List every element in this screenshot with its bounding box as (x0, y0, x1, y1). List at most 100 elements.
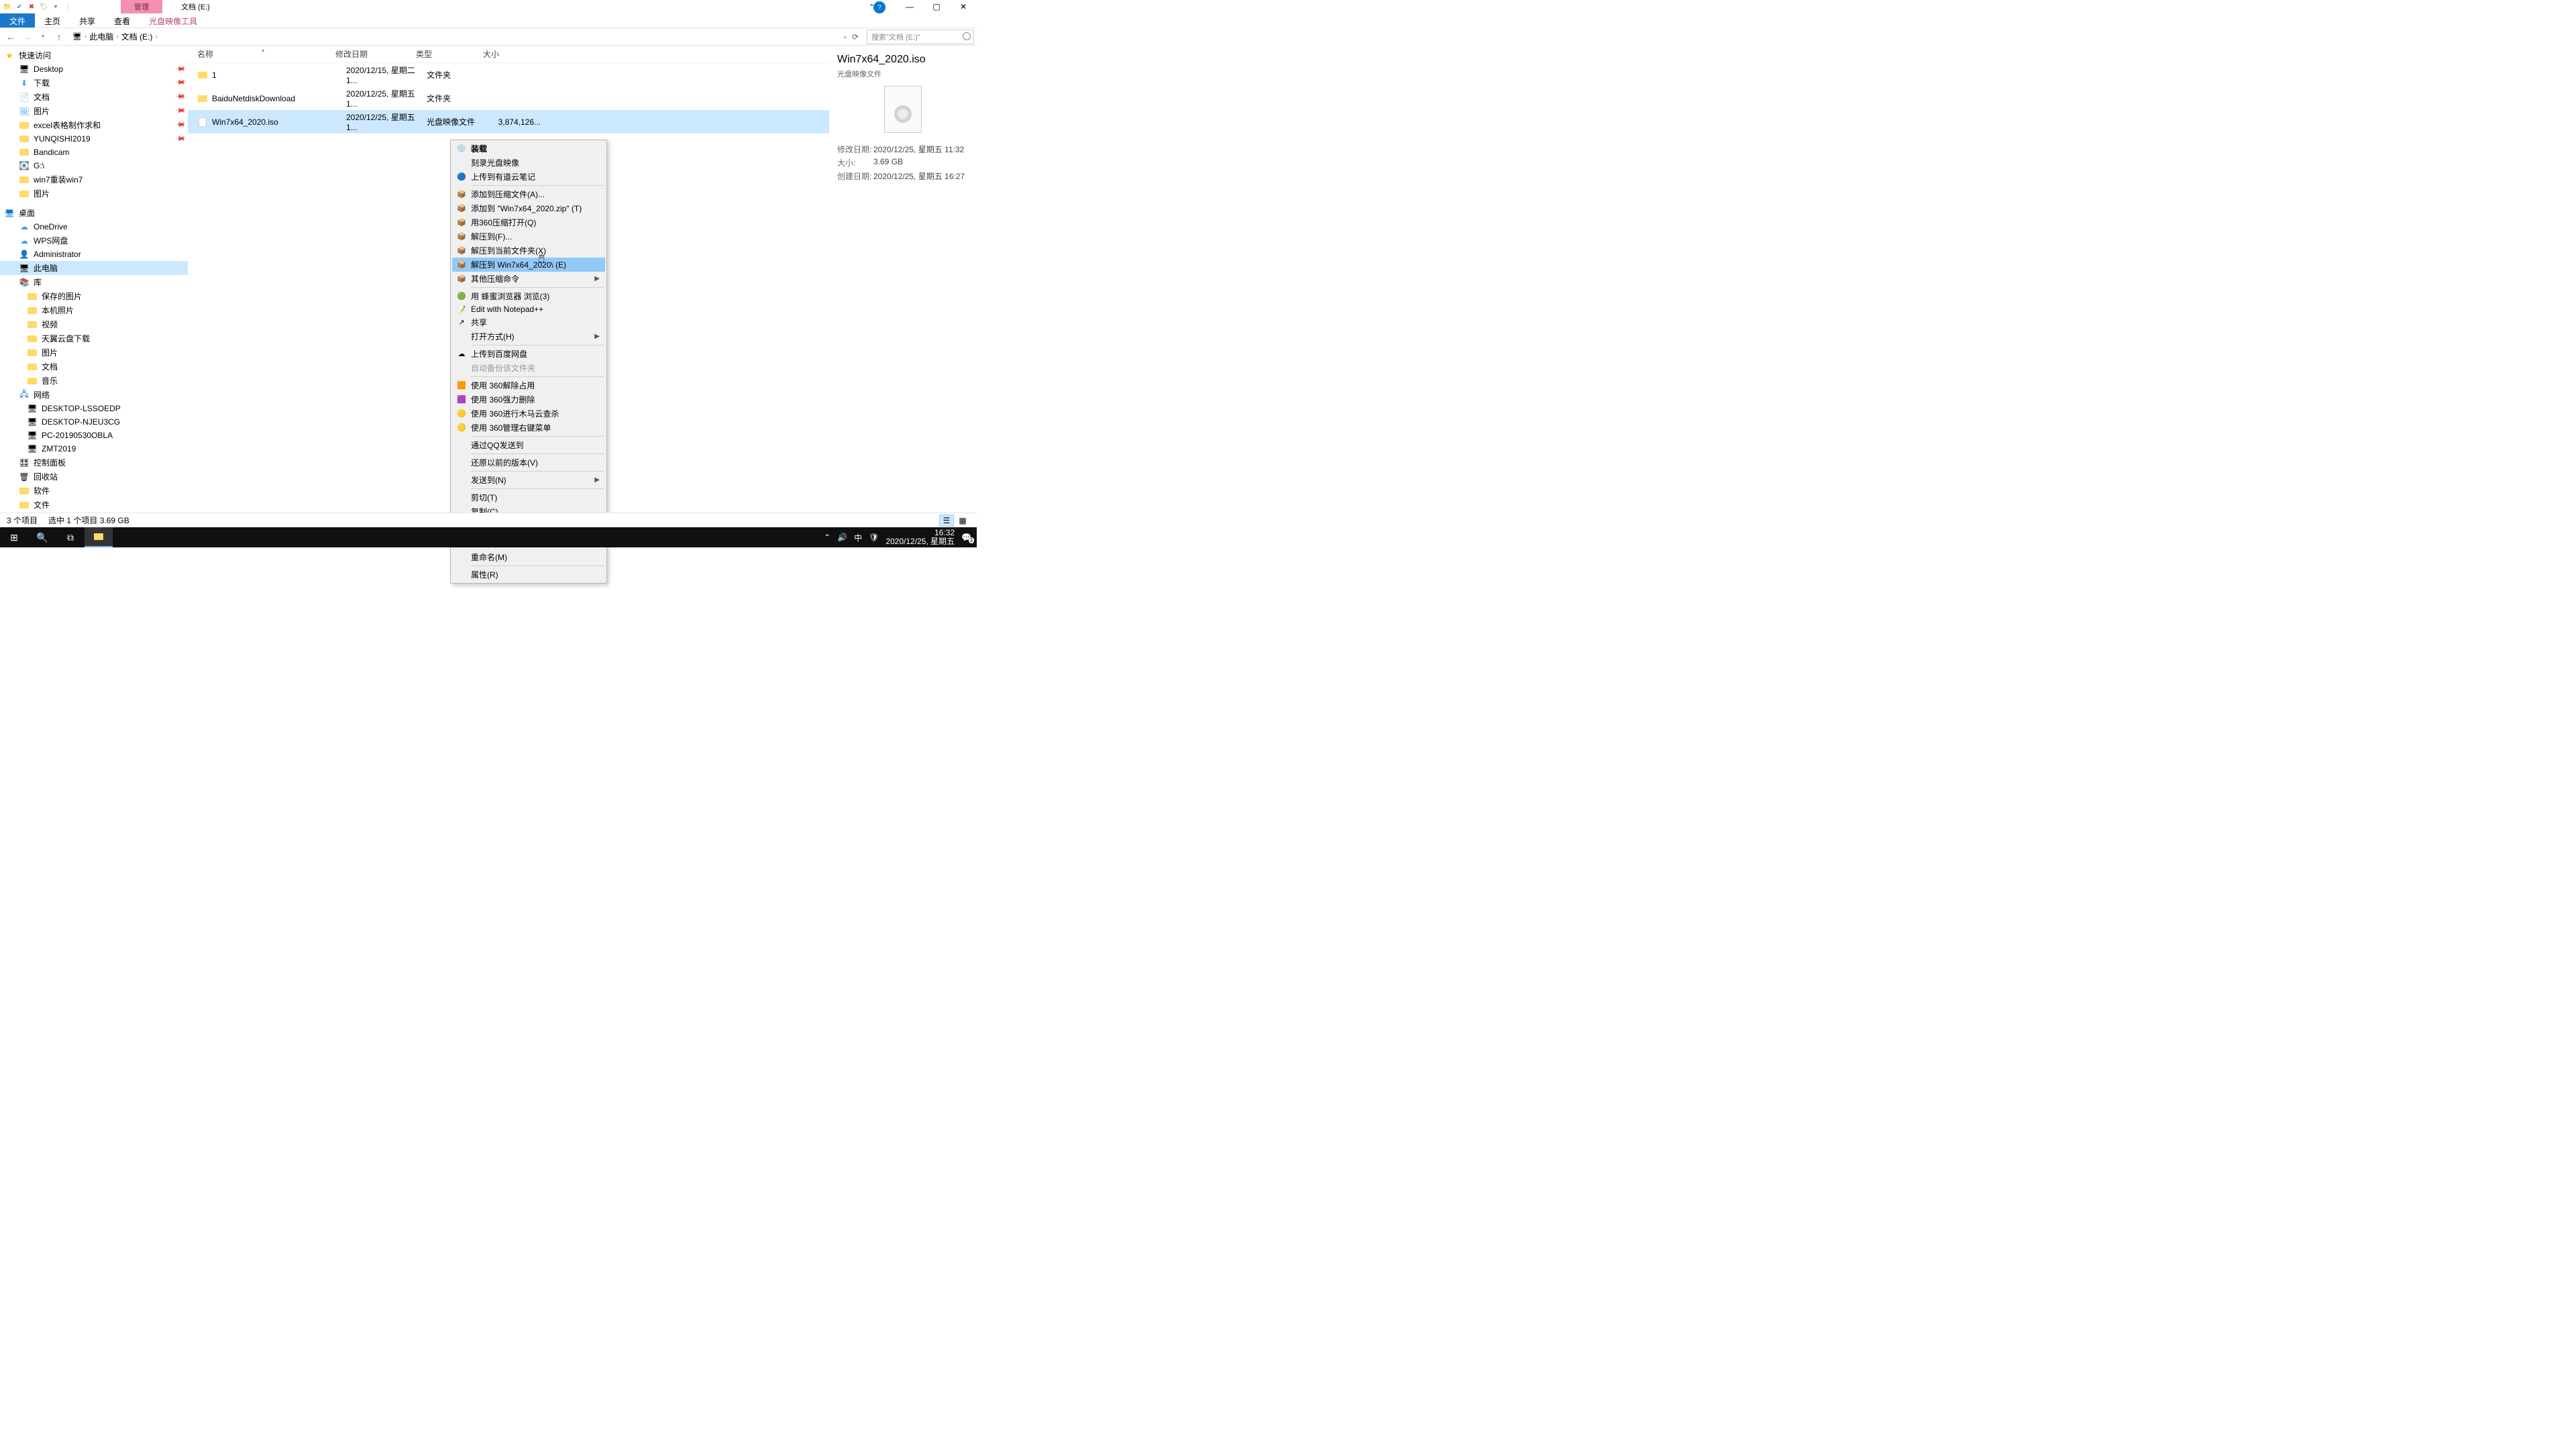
nav-item[interactable]: 🖥Desktop📌 (0, 62, 188, 76)
nav-item[interactable]: 文件 (0, 498, 188, 512)
tab-home[interactable]: 主页 (35, 13, 70, 28)
nav-item[interactable]: 🖥ZMT2019 (0, 442, 188, 455)
menu-item[interactable]: 打开方式(H)▶ (452, 329, 605, 343)
tab-file[interactable]: 文件 (0, 13, 35, 28)
nav-item[interactable]: 音乐 (0, 374, 188, 388)
file-row[interactable]: Win7x64_2020.iso2020/12/25, 星期五 1...光盘映像… (188, 110, 829, 133)
menu-item[interactable]: 📦解压到当前文件夹(X) (452, 244, 605, 258)
taskbar-explorer[interactable] (85, 527, 113, 547)
nav-item[interactable]: 👤Administrator (0, 248, 188, 261)
breadcrumb[interactable]: 🖥 › 此电脑 › 文档 (E:) › (67, 31, 843, 42)
nav-item[interactable]: 软件 (0, 484, 188, 498)
qat-tag-icon[interactable]: 🏷 (39, 2, 48, 11)
up-button[interactable]: ↑ (51, 32, 67, 42)
nav-item[interactable]: 🖥此电脑 (0, 261, 188, 275)
crumb-drive[interactable]: 文档 (E:) (121, 31, 153, 42)
menu-item[interactable]: 通过QQ发送到 (452, 438, 605, 452)
menu-item[interactable]: 📦解压到 Win7x64_2020\ (E) (452, 258, 605, 272)
nav-item[interactable]: ⬇下载📌 (0, 76, 188, 90)
nav-item[interactable]: 文档 (0, 360, 188, 374)
tab-disc-image-tools[interactable]: 光盘映像工具 (140, 13, 207, 28)
file-row[interactable]: 12020/12/15, 星期二 1...文件夹 (188, 63, 829, 87)
ime-icon[interactable]: 中 (854, 532, 862, 543)
help-icon[interactable]: ? (873, 1, 885, 13)
menu-item[interactable]: 🔵上传到有道云笔记 (452, 170, 605, 184)
notifications-icon[interactable]: 💬3 (961, 533, 971, 542)
ribbon-collapse-icon[interactable]: ⌃ (869, 3, 875, 11)
forward-button[interactable]: → (19, 32, 35, 42)
back-button[interactable]: ← (3, 32, 19, 42)
menu-item[interactable]: ↗共享 (452, 315, 605, 329)
nav-item[interactable]: 🖥PC-20190530OBLA (0, 429, 188, 442)
volume-icon[interactable]: 🔊 (837, 533, 847, 542)
col-header-name[interactable]: ▴名称 (188, 48, 335, 60)
view-details-icon[interactable]: ☰ (939, 515, 954, 527)
nav-item[interactable]: Bandicam (0, 146, 188, 159)
ribbon-context-tab[interactable]: 管理 (121, 0, 162, 13)
nav-item[interactable]: 🖥DESKTOP-LSSOEDP (0, 402, 188, 415)
nav-item[interactable]: 图片 (0, 345, 188, 360)
start-button[interactable]: ⊞ (0, 527, 28, 547)
menu-item[interactable]: 剪切(T) (452, 490, 605, 504)
file-row[interactable]: BaiduNetdiskDownload2020/12/25, 星期五 1...… (188, 87, 829, 110)
search-button[interactable]: 🔍 (28, 527, 56, 547)
menu-item[interactable]: 💿装载 (452, 142, 605, 156)
recent-dropdown-icon[interactable]: ▾ (35, 33, 51, 40)
menu-item[interactable]: 📦用360压缩打开(Q) (452, 215, 605, 229)
nav-network[interactable]: 🖧 网络 (0, 388, 188, 402)
menu-item[interactable]: 发送到(N)▶ (452, 473, 605, 487)
menu-item[interactable]: 📦添加到压缩文件(A)... (452, 187, 605, 201)
tab-share[interactable]: 共享 (70, 13, 105, 28)
search-input[interactable]: 搜索"文档 (E:)" (867, 30, 974, 44)
qat-dropdown-icon[interactable]: ▾ (51, 2, 60, 11)
nav-quick-access[interactable]: ★ 快速访问 (0, 48, 188, 62)
navigation-pane[interactable]: ★ 快速访问 🖥Desktop📌⬇下载📌📄文档📌🖼图片📌excel表格制作求和📌… (0, 46, 188, 515)
nav-item[interactable]: 图片 (0, 186, 188, 201)
menu-item[interactable]: 📦添加到 "Win7x64_2020.zip" (T) (452, 201, 605, 215)
maximize-button[interactable]: ▢ (923, 0, 950, 13)
menu-item[interactable]: 🟡使用 360管理右键菜单 (452, 421, 605, 435)
task-view-button[interactable]: ⧉ (56, 527, 85, 547)
col-header-size[interactable]: 大小 (483, 48, 530, 60)
view-large-icons-icon[interactable]: ▦ (955, 515, 970, 527)
menu-item[interactable]: 还原以前的版本(V) (452, 455, 605, 470)
nav-item[interactable]: 📚库 (0, 275, 188, 289)
chevron-right-icon[interactable]: › (116, 33, 118, 40)
menu-item[interactable]: 📝Edit with Notepad++ (452, 303, 605, 315)
col-header-date[interactable]: 修改日期 (335, 48, 416, 60)
col-header-type[interactable]: 类型 (416, 48, 483, 60)
menu-item[interactable]: 重命名(M) (452, 550, 605, 564)
tab-view[interactable]: 查看 (105, 13, 140, 28)
nav-item[interactable]: 视频 (0, 317, 188, 331)
tray-overflow-icon[interactable]: ⌃ (824, 533, 830, 542)
menu-item[interactable]: 🟡使用 360进行木马云查杀 (452, 407, 605, 421)
menu-item[interactable]: 属性(R) (452, 568, 605, 582)
nav-item[interactable]: 🖼图片📌 (0, 104, 188, 118)
qat-close-icon[interactable]: ✖ (27, 2, 36, 11)
nav-item[interactable]: win7重装win7 (0, 172, 188, 186)
nav-item[interactable]: 🎛控制面板 (0, 455, 188, 470)
nav-item[interactable]: 🖥DESKTOP-NJEU3CG (0, 415, 188, 429)
menu-item[interactable]: 🟪使用 360强力删除 (452, 392, 605, 407)
chevron-right-icon[interactable]: › (85, 33, 87, 40)
nav-item[interactable]: YUNQISHI2019📌 (0, 132, 188, 146)
menu-item[interactable]: 🟧使用 360解除占用 (452, 378, 605, 392)
nav-item[interactable]: ☁WPS网盘 (0, 233, 188, 248)
nav-item[interactable]: 本机照片 (0, 303, 188, 317)
nav-item[interactable]: 保存的图片 (0, 289, 188, 303)
nav-item[interactable]: 💽G:\ (0, 159, 188, 172)
security-icon[interactable]: 🛡 (869, 533, 879, 542)
menu-item[interactable]: 📦其他压缩命令▶ (452, 272, 605, 286)
nav-item[interactable]: excel表格制作求和📌 (0, 118, 188, 132)
crumb-this-pc[interactable]: 此电脑 (89, 31, 113, 42)
menu-item[interactable]: ☁上传到百度网盘 (452, 347, 605, 361)
menu-item[interactable]: 刻录光盘映像 (452, 156, 605, 170)
nav-item[interactable]: 天翼云盘下载 (0, 331, 188, 345)
chevron-right-icon[interactable]: › (155, 33, 157, 40)
clock[interactable]: 16:32 2020/12/25, 星期五 (885, 529, 955, 546)
menu-item[interactable]: 📦解压到(F)... (452, 229, 605, 244)
menu-item[interactable]: 🟢用 蜂蜜浏览器 浏览(3) (452, 289, 605, 303)
close-button[interactable]: ✕ (950, 0, 977, 13)
address-dropdown-icon[interactable]: ⌄ (843, 33, 848, 40)
nav-item[interactable]: ☁OneDrive (0, 220, 188, 233)
